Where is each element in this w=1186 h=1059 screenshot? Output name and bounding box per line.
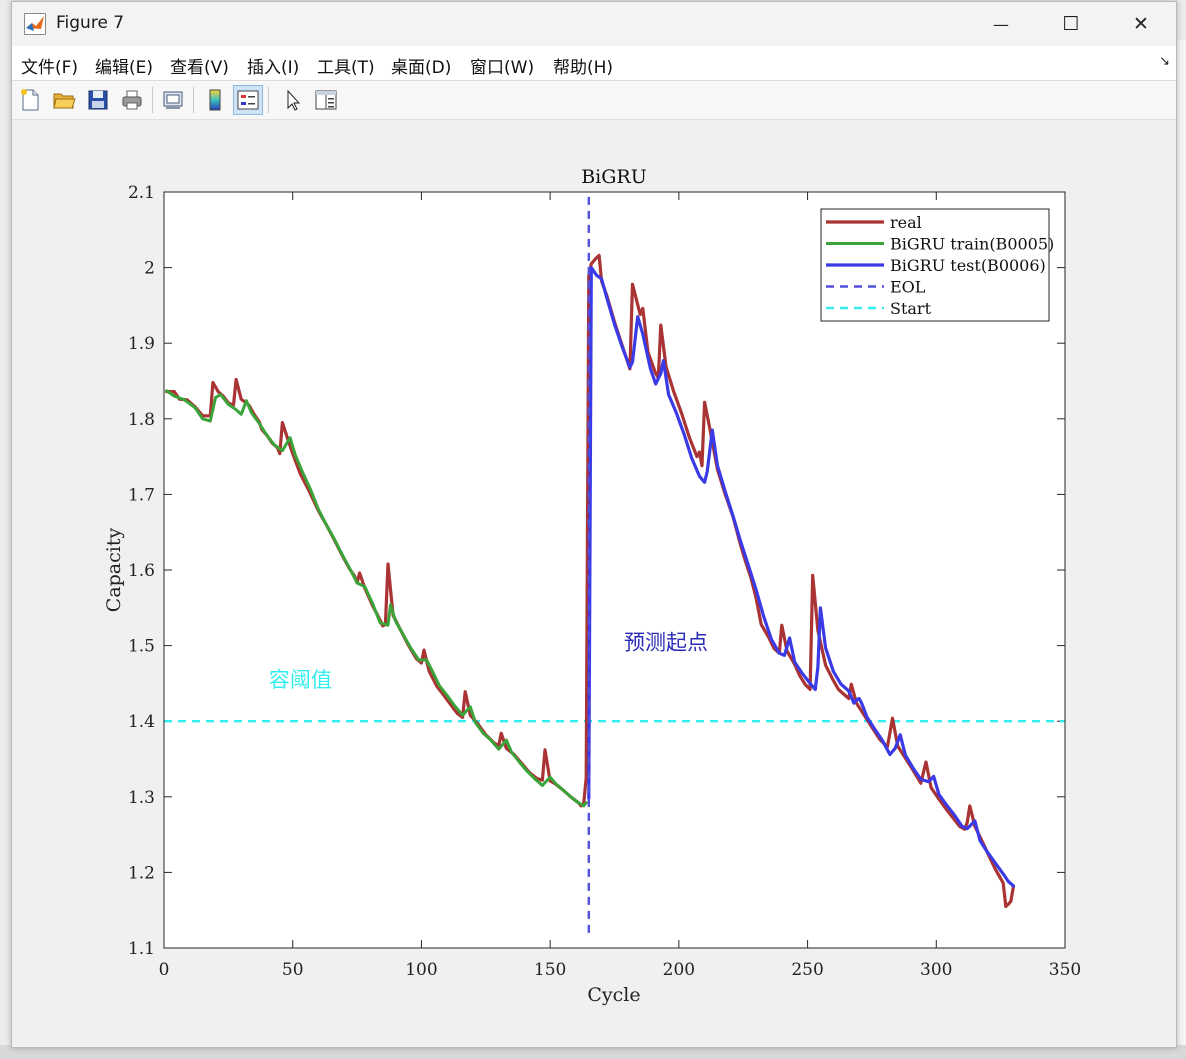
x-tick-label: 150: [534, 960, 566, 980]
menu-help[interactable]: 帮助(H): [553, 53, 613, 78]
annotation-label: 预测起点: [624, 630, 708, 654]
close-icon: ✕: [1133, 13, 1149, 35]
menu-view[interactable]: 查看(V): [170, 53, 229, 78]
chart[interactable]: 0 50 100 150 200 250 300 350 1.1 1.2 1.3 1.4 1.5 1.6 1…: [12, 120, 1176, 1047]
menu-bar: 文件(F) 编辑(E) 查看(V) 插入(I) 工具(T) 桌面(D) 窗口(W…: [12, 46, 1176, 81]
x-tick-label: 350: [1049, 960, 1081, 980]
y-tick-label: 1.1: [128, 939, 155, 959]
property-inspector-icon: [315, 90, 337, 110]
legend-entry: BiGRU train(B0005): [890, 235, 1054, 254]
menu-window[interactable]: 窗口(W): [470, 53, 534, 78]
menu-file[interactable]: 文件(F): [21, 53, 78, 78]
maximize-icon: ☐: [1062, 13, 1080, 35]
x-tick-label: 0: [159, 960, 170, 980]
dock-arrow-icon[interactable]: ↘: [1159, 54, 1170, 69]
x-tick-label: 300: [920, 960, 952, 980]
pointer-icon: [287, 89, 301, 111]
y-tick-label: 1.5: [128, 637, 155, 657]
new-figure-button[interactable]: [15, 85, 45, 115]
x-tick-label: 100: [405, 960, 437, 980]
x-tick-label: 250: [791, 960, 823, 980]
toolbar-separator: [268, 87, 269, 113]
maximize-button[interactable]: ☐: [1036, 2, 1106, 46]
open-file-button[interactable]: [49, 85, 79, 115]
y-tick-label: 1.9: [128, 334, 155, 354]
legend-entry: EOL: [890, 278, 926, 297]
x-tick-label: 200: [663, 960, 695, 980]
menu-desktop[interactable]: 桌面(D): [391, 53, 451, 78]
y-tick-label: 1.6: [128, 561, 155, 581]
legend-entry: real: [890, 213, 922, 232]
menu-insert[interactable]: 插入(I): [247, 53, 299, 78]
figure-window: Figure 7 — ☐ ✕ 文件(F) 编辑(E) 查看(V) 插入(I) 工…: [11, 1, 1177, 1048]
legend-icon: [237, 90, 259, 110]
y-tick-label: 2: [144, 259, 155, 279]
chart-title: BiGRU: [581, 166, 647, 188]
close-button[interactable]: ✕: [1106, 2, 1176, 46]
minimize-icon: —: [993, 14, 1009, 34]
legend[interactable]: real BiGRU train(B0005) BiGRU test(B0006) E…: [820, 208, 1054, 322]
save-icon: [88, 90, 108, 110]
y-tick-label: 1.4: [128, 712, 155, 732]
x-tick-label: 50: [282, 960, 304, 980]
link-plot-button[interactable]: [158, 85, 188, 115]
annotation-label: 容阈值: [269, 668, 332, 692]
legend-entry: Start: [890, 299, 932, 318]
new-figure-icon: [21, 89, 39, 111]
legend-entry: BiGRU test(B0006): [890, 256, 1046, 275]
toolbar: [12, 81, 1176, 120]
colorbar-button[interactable]: [200, 85, 230, 115]
pointer-button[interactable]: [278, 85, 308, 115]
save-button[interactable]: [83, 85, 113, 115]
title-bar[interactable]: Figure 7 — ☐ ✕: [12, 2, 1176, 46]
link-plot-icon: [163, 91, 183, 109]
toolbar-separator: [193, 87, 194, 113]
colorbar-icon: [209, 89, 221, 111]
figure-canvas: 0 50 100 150 200 250 300 350 1.1 1.2 1.3 1.4 1.5 1.6 1…: [12, 120, 1176, 1047]
x-axis-label: Cycle: [587, 984, 640, 1006]
menu-tools[interactable]: 工具(T): [317, 53, 375, 78]
y-tick-label: 1.2: [128, 863, 155, 883]
legend-button[interactable]: [233, 85, 263, 115]
toolbar-separator: [152, 87, 153, 113]
menu-edit[interactable]: 编辑(E): [95, 53, 153, 78]
minimize-button[interactable]: —: [966, 2, 1036, 46]
y-tick-label: 1.3: [128, 788, 155, 808]
print-button[interactable]: [117, 85, 147, 115]
y-tick-label: 2.1: [128, 183, 155, 203]
matlab-logo-icon: [24, 13, 46, 35]
y-tick-label: 1.8: [128, 410, 155, 430]
property-inspector-button[interactable]: [311, 85, 341, 115]
window-title: Figure 7: [56, 13, 125, 33]
open-file-icon: [53, 93, 76, 109]
y-axis-label: Capacity: [103, 528, 125, 613]
print-icon: [122, 90, 142, 110]
y-tick-label: 1.7: [128, 485, 155, 505]
